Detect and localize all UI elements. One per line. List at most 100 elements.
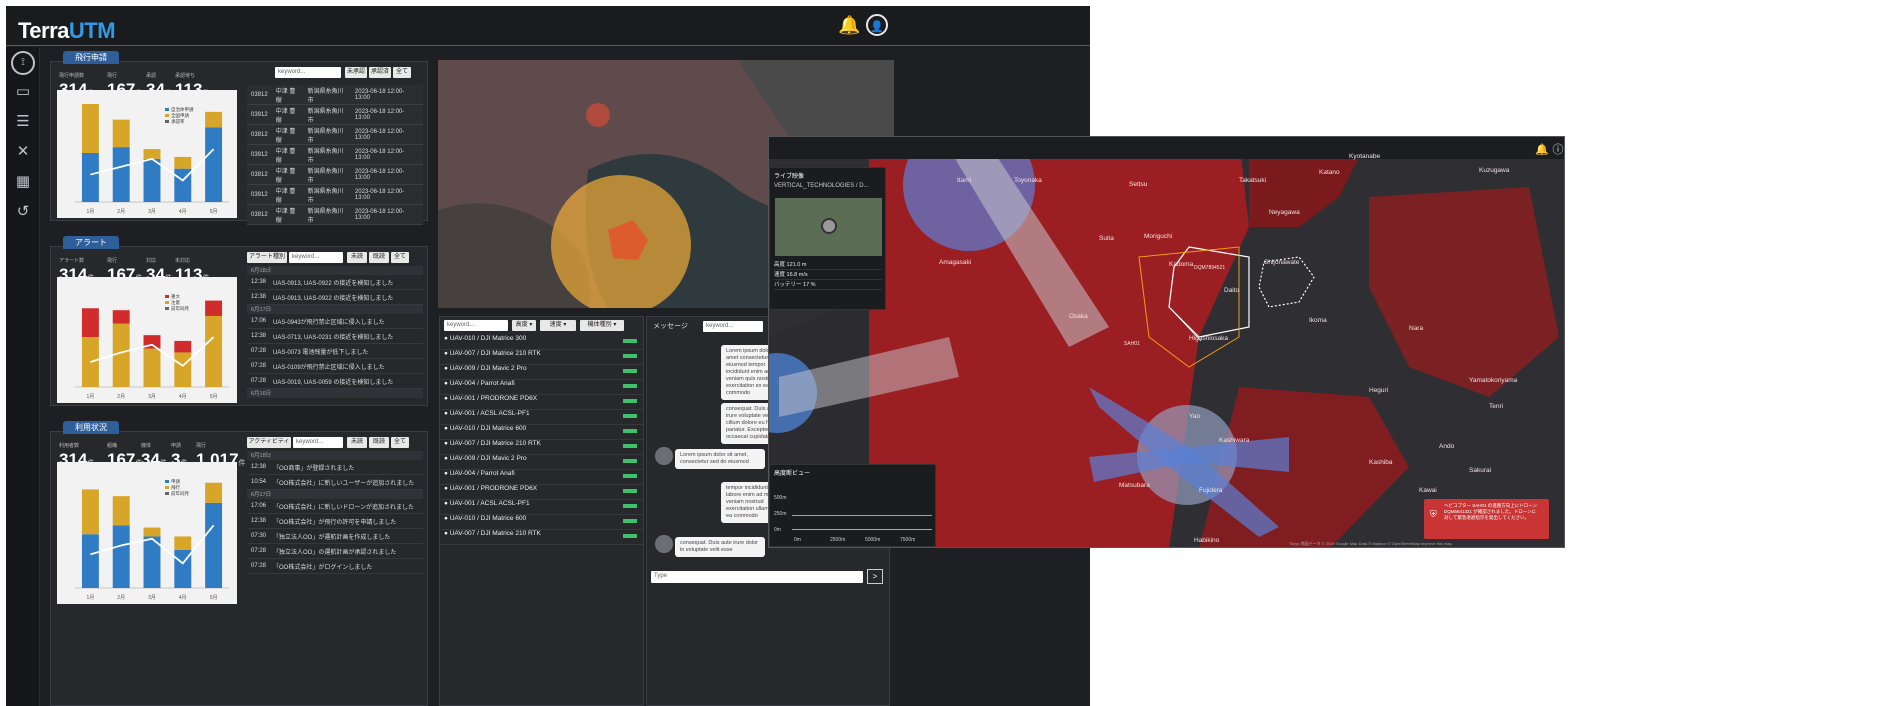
history-icon[interactable]: ↺	[11, 200, 35, 224]
list-item[interactable]: 12:38 「OO商事」が登録されました	[247, 460, 423, 475]
list-item[interactable]: 12:38 UAS-0913, UAS-0922 の接近を検知しました	[247, 275, 423, 290]
filter-button[interactable]: 未読	[347, 252, 367, 263]
filter-button[interactable]: 既読	[369, 252, 389, 263]
list-item[interactable]: 07:28 UAS-0073 電池残量が低下しました	[247, 344, 423, 359]
table-row[interactable]: 03912 中津 豊樹 新潟県糸魚川市 2023-06-18 12:00-13:00	[247, 165, 423, 185]
table-row[interactable]: 03912 中津 豊樹 新潟県糸魚川市 2023-06-18 12:00-13:00	[247, 185, 423, 205]
panel-tab[interactable]: 利用状況	[63, 421, 119, 434]
list-item[interactable]: 07:30 「独立法人OO」が運航計画を作成しました	[247, 529, 423, 544]
list-item[interactable]: 07:28 「独立法人OO」の運航計画が承認されました	[247, 544, 423, 559]
city-label: Heguri	[1369, 387, 1389, 394]
list-item[interactable]: 17:06 「OO株式会社」に新しいドローンが追加されました	[247, 499, 423, 514]
cell-date: 2023-06-18 12:00-13:00	[354, 128, 405, 141]
uav-item[interactable]: ● UAV-001 / PRODRONE PD6X	[440, 485, 643, 500]
building-icon[interactable]: ▦	[11, 170, 35, 194]
video-feed[interactable]	[775, 198, 882, 256]
flight-rows: 03912 中津 豊樹 新潟県糸魚川市 2023-06-18 12:00-13:00 0…	[247, 85, 423, 225]
uav-item[interactable]: ● UAV-007 / DJI Matrice 210 RTK	[440, 530, 643, 545]
list-item[interactable]: 12:38 UAS-0913, UAS-0922 の接近を検知しました	[247, 290, 423, 305]
telemetry-row: 速度 16.8 m/s	[774, 270, 882, 280]
message-input[interactable]: Type	[651, 571, 863, 583]
uav-item[interactable]: ● UAV-001 / PRODRONE PD6X	[440, 395, 643, 410]
alert-type-select[interactable]: アラート種別 ▾	[247, 252, 287, 271]
logo: TerraUTM	[18, 18, 116, 43]
city-label: Ando	[1439, 443, 1455, 450]
uav-name: ● UAV-001 / PRODRONE PD6X	[444, 395, 538, 402]
date-divider: 6月17日	[247, 490, 423, 499]
bar-申請	[112, 525, 130, 588]
list-icon[interactable]: ☰	[11, 110, 35, 134]
dashboard-icon[interactable]: ⟟	[11, 51, 35, 75]
send-button[interactable]: >	[867, 569, 883, 584]
table-row[interactable]: 03912 中津 豊樹 新潟県糸魚川市 2023-06-18 12:00-13:00	[247, 85, 423, 105]
toast-message: ヘビコプター SAH01 の進路方向上にドローン DQM5641321 が確認さ…	[1444, 503, 1538, 520]
altitude-select[interactable]: 高度 ▾	[512, 320, 536, 331]
cell-area: 新潟県糸魚川市	[307, 128, 344, 144]
uav-item[interactable]: ● UAV-004 / Parrot Anafi	[440, 380, 643, 395]
filter-button[interactable]: 全て	[391, 252, 409, 263]
item-time: 07:28	[251, 563, 267, 569]
list-item[interactable]: 10:54 「OO株式会社」に新しいユーザーが追加されました	[247, 475, 423, 490]
search-input[interactable]: keyword...	[293, 437, 343, 448]
legend-swatch	[165, 114, 169, 117]
legend-swatch	[165, 108, 169, 111]
message-search[interactable]: keyword...	[703, 321, 763, 332]
activity-rows: 6月18日 12:38 「OO商事」が登録されました 10:54 「OO株式会社」に新し…	[247, 451, 423, 574]
table-row[interactable]: 03912 中津 豊樹 新潟県糸魚川市 2023-06-18 12:00-13:00	[247, 125, 423, 145]
uav-item[interactable]: ● UAV-010 / DJI Matrice 300	[440, 335, 643, 350]
list-item[interactable]: 07:28 「OO株式会社」がログインしました	[247, 559, 423, 574]
message-bubble: consequat. Duis aute irure dolor in volu…	[675, 537, 765, 557]
activity-table: アクティビティ ▾ keyword... 未読 既読 全て 6月18日 12:38…	[247, 436, 423, 574]
uav-item[interactable]: ● UAV-004 / Parrot Anafi	[440, 470, 643, 485]
item-text: 「OO株式会社」が飛行の許可を申請しました	[273, 519, 397, 526]
monitor-icon[interactable]: ▭	[11, 80, 35, 104]
item-time: 12:38	[251, 333, 267, 339]
search-input[interactable]: keyword...	[444, 320, 508, 331]
map-attribution: Tokyo 地図データ © 2019 Google Map Data © Map…	[1289, 541, 1452, 546]
filter-button[interactable]: 全て	[391, 437, 409, 448]
legend-swatch	[165, 307, 169, 310]
alt-x: 2500m	[830, 537, 846, 543]
collision-alert-toast[interactable]: ⛨ ヘビコプター SAH01 の進路方向上にドローン DQM5641321 が確…	[1424, 499, 1549, 539]
item-time: 17:06	[251, 318, 267, 324]
table-row[interactable]: 03912 中津 豊樹 新潟県糸魚川市 2023-06-18 12:00-13:00	[247, 145, 423, 165]
uav-item[interactable]: ● UAV-009 / DJI Mavic 2 Pro	[440, 455, 643, 470]
filter-button[interactable]: 未読	[347, 437, 367, 448]
uav-item[interactable]: ● UAV-009 / DJI Mavic 2 Pro	[440, 365, 643, 380]
item-text: 「OO株式会社」に新しいドローンが追加されました	[273, 504, 415, 511]
bar-注意	[174, 352, 192, 387]
list-item[interactable]: 07:28 UAS-0019, UAS-0059 の接近を検知しました	[247, 374, 423, 389]
list-item[interactable]: 07:28 UAS-0109が飛行禁止区域に侵入しました	[247, 359, 423, 374]
speed-select[interactable]: 速度 ▾	[540, 320, 576, 331]
drone-label: DQM7894521	[1194, 265, 1226, 271]
uav-item[interactable]: ● UAV-007 / DJI Matrice 210 RTK	[440, 440, 643, 455]
table-row[interactable]: 03912 中津 豊樹 新潟県糸魚川市 2023-06-18 12:00-13:00	[247, 205, 423, 225]
drone-icon[interactable]: ✕	[11, 140, 35, 164]
filter-button[interactable]: 全て	[393, 67, 411, 78]
table-row[interactable]: 03912 中津 豊樹 新潟県糸魚川市 2023-06-18 12:00-13:00	[247, 105, 423, 125]
panel-tab[interactable]: 飛行申請	[63, 51, 119, 64]
uav-item[interactable]: ● UAV-001 / ACSL ACSL-PF1	[440, 410, 643, 425]
list-item[interactable]: 12:38 UAS-0713, UAS-0231 の接近を検知しました	[247, 329, 423, 344]
filter-button[interactable]: 既読	[369, 437, 389, 448]
user-circle-icon[interactable]: 👤	[866, 14, 888, 36]
uav-item[interactable]: ● UAV-007 / DJI Matrice 210 RTK	[440, 350, 643, 365]
legend-label: 重大	[171, 293, 180, 300]
signal-bar	[623, 369, 637, 373]
list-item[interactable]: 17:06 UAS-0943が飛行禁止区域に侵入しました	[247, 314, 423, 329]
filter-button[interactable]: 未承認	[345, 67, 367, 78]
type-select[interactable]: 機体種別 ▾	[580, 320, 624, 331]
info-icon[interactable]: ⓘ	[1547, 139, 1564, 161]
airspace-map-view[interactable]: 🔔 ⓘ Itami Toyonaka Settsu Takatsuki Kyotanab…	[768, 136, 1565, 548]
bell-icon[interactable]: 🔔	[838, 14, 860, 36]
uav-item[interactable]: ● UAV-010 / DJI Matrice 600	[440, 425, 643, 440]
bar-飛行	[174, 536, 192, 550]
panel-tab[interactable]: アラート	[63, 236, 119, 249]
uav-item[interactable]: ● UAV-001 / ACSL ACSL-PF1	[440, 500, 643, 515]
search-input[interactable]: keyword...	[275, 67, 341, 78]
activity-select[interactable]: アクティビティ ▾	[247, 437, 291, 456]
list-item[interactable]: 12:38 「OO株式会社」が飛行の許可を申請しました	[247, 514, 423, 529]
filter-button[interactable]: 承認済	[369, 67, 391, 78]
search-input[interactable]: keyword...	[289, 252, 343, 263]
uav-item[interactable]: ● UAV-010 / DJI Matrice 600	[440, 515, 643, 530]
